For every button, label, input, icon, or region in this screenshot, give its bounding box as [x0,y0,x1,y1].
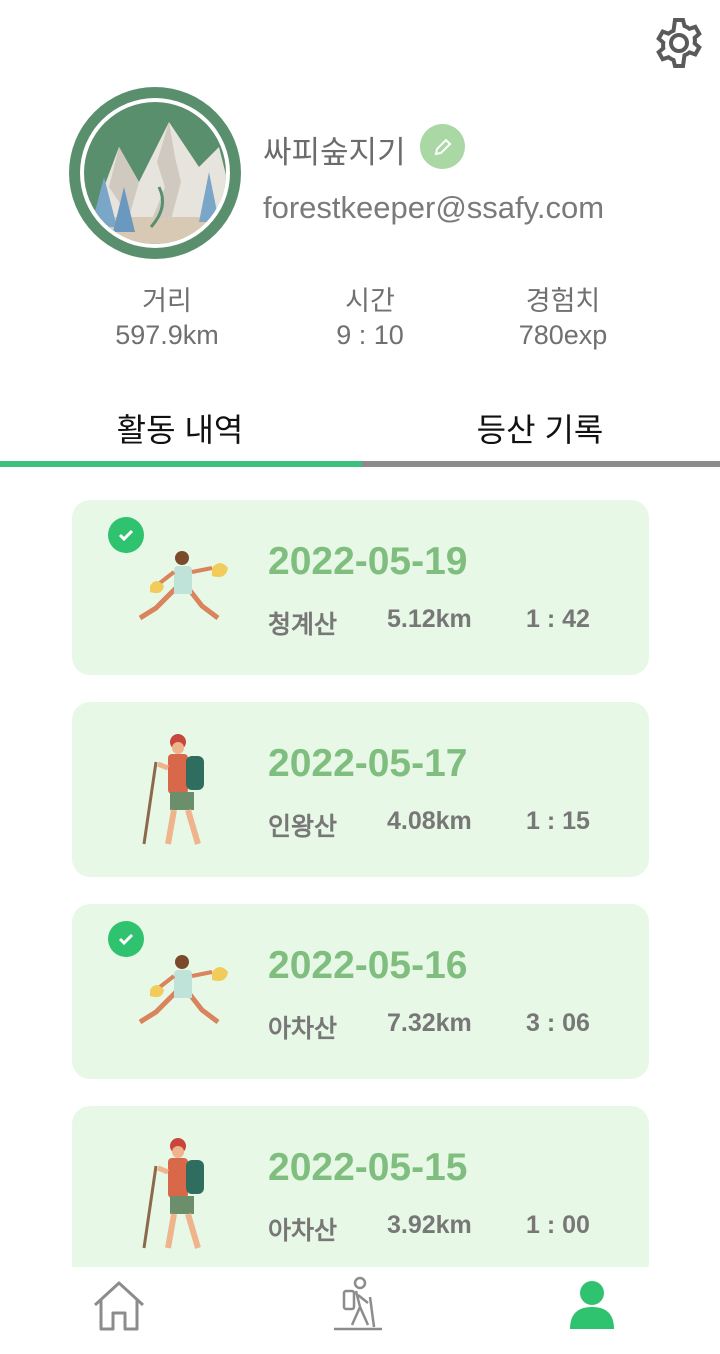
record-card[interactable]: 2022-05-19 청계산 5.12km 1 : 42 [72,500,649,675]
record-date: 2022-05-17 [268,742,468,785]
record-card[interactable]: 2022-05-17 인왕산 4.08km 1 : 15 [72,702,649,877]
record-date: 2022-05-16 [268,944,468,987]
record-distance: 7.32km [387,1009,472,1037]
stat-time: 시간 9 : 10 [270,284,470,352]
profile-icon[interactable] [562,1275,622,1335]
record-duration: 1 : 00 [526,1211,590,1239]
record-card[interactable]: 2022-05-15 아차산 3.92km 1 : 00 [72,1106,649,1281]
record-duration: 1 : 42 [526,605,590,633]
stat-time-label: 시간 [345,286,395,316]
stat-exp-label: 경험치 [525,286,601,316]
bottom-nav [0,1267,720,1354]
record-mountain: 아차산 [268,1015,338,1043]
record-mountain: 인왕산 [268,813,338,841]
tab-activity-history[interactable]: 활동 내역 [0,405,360,451]
home-icon[interactable] [89,1275,149,1335]
stat-exp-value: 780exp [518,320,608,350]
record-mountain: 아차산 [268,1217,338,1245]
stat-time-value: 9 : 10 [336,320,404,350]
tab-indicator-active [0,461,362,467]
profile-avatar [69,87,241,259]
settings-gear-icon[interactable] [652,16,706,70]
record-distance: 5.12km [387,605,472,633]
stat-distance-value: 597.9km [115,320,219,350]
record-date: 2022-05-15 [268,1146,468,1189]
stat-exp: 경험치 780exp [463,284,663,352]
record-mountain: 청계산 [268,611,338,639]
record-duration: 1 : 15 [526,807,590,835]
pencil-icon [434,138,451,155]
plogging-runner-icon [138,955,228,1025]
stat-distance-label: 거리 [142,286,192,316]
record-duration: 3 : 06 [526,1009,590,1037]
record-distance: 4.08km [387,807,472,835]
hiker-icon [142,734,204,845]
record-date: 2022-05-19 [268,540,468,583]
tab-indicator-inactive [362,461,720,467]
profile-nickname: 싸피숲지기 [263,135,406,170]
record-card[interactable]: 2022-05-16 아차산 7.32km 3 : 06 [72,904,649,1079]
hiker-icon [142,1138,204,1249]
plogging-runner-icon [138,551,228,621]
profile-email: forestkeeper@ssafy.com [263,190,605,225]
record-distance: 3.92km [387,1211,472,1239]
tab-hiking-records[interactable]: 등산 기록 [360,405,720,451]
edit-nickname-button[interactable] [420,124,465,169]
stat-distance: 거리 597.9km [67,284,267,352]
hiking-icon[interactable] [328,1275,388,1335]
